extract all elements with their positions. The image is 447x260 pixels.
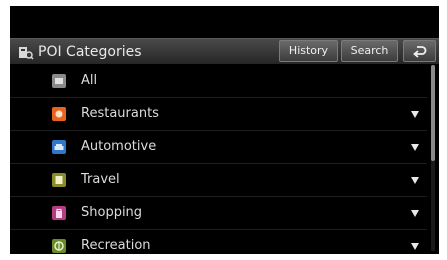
shopping-icon <box>52 206 66 220</box>
restaurant-icon <box>52 107 66 121</box>
back-arrow-icon <box>413 46 427 58</box>
category-row-restaurants[interactable]: Restaurants <box>10 98 427 131</box>
category-row-shopping[interactable]: Shopping <box>10 197 427 230</box>
expand-arrow-icon[interactable] <box>411 243 419 250</box>
category-row-recreation[interactable]: Recreation <box>10 230 427 254</box>
category-label: Restaurants <box>81 106 159 121</box>
expand-arrow-icon[interactable] <box>411 177 419 184</box>
expand-arrow-icon[interactable] <box>411 144 419 151</box>
category-label: Travel <box>81 172 120 187</box>
scrollbar[interactable] <box>431 65 435 251</box>
category-row-travel[interactable]: Travel <box>10 164 427 197</box>
category-label: All <box>81 73 98 88</box>
header-bar: POI Categories History Search <box>10 38 439 64</box>
page-title: POI Categories <box>38 44 142 60</box>
travel-icon <box>52 173 66 187</box>
poi-categories-icon <box>18 45 34 60</box>
category-row-automotive[interactable]: Automotive <box>10 131 427 164</box>
scrollbar-thumb[interactable] <box>431 65 435 161</box>
recreation-icon <box>52 239 66 253</box>
all-icon <box>52 74 66 88</box>
search-button[interactable]: Search <box>341 40 398 62</box>
category-label: Shopping <box>81 205 143 220</box>
category-row-all[interactable]: All <box>10 65 427 98</box>
expand-arrow-icon[interactable] <box>411 210 419 217</box>
history-button[interactable]: History <box>279 40 338 62</box>
category-list: All Restaurants Automotive Travel Shoppi… <box>10 65 427 254</box>
expand-arrow-icon[interactable] <box>411 111 419 118</box>
car-icon <box>52 140 66 154</box>
navigation-screen: POI Categories History Search All Restau… <box>10 6 439 254</box>
category-label: Recreation <box>81 238 151 253</box>
back-button[interactable] <box>403 40 436 62</box>
category-label: Automotive <box>81 139 157 154</box>
